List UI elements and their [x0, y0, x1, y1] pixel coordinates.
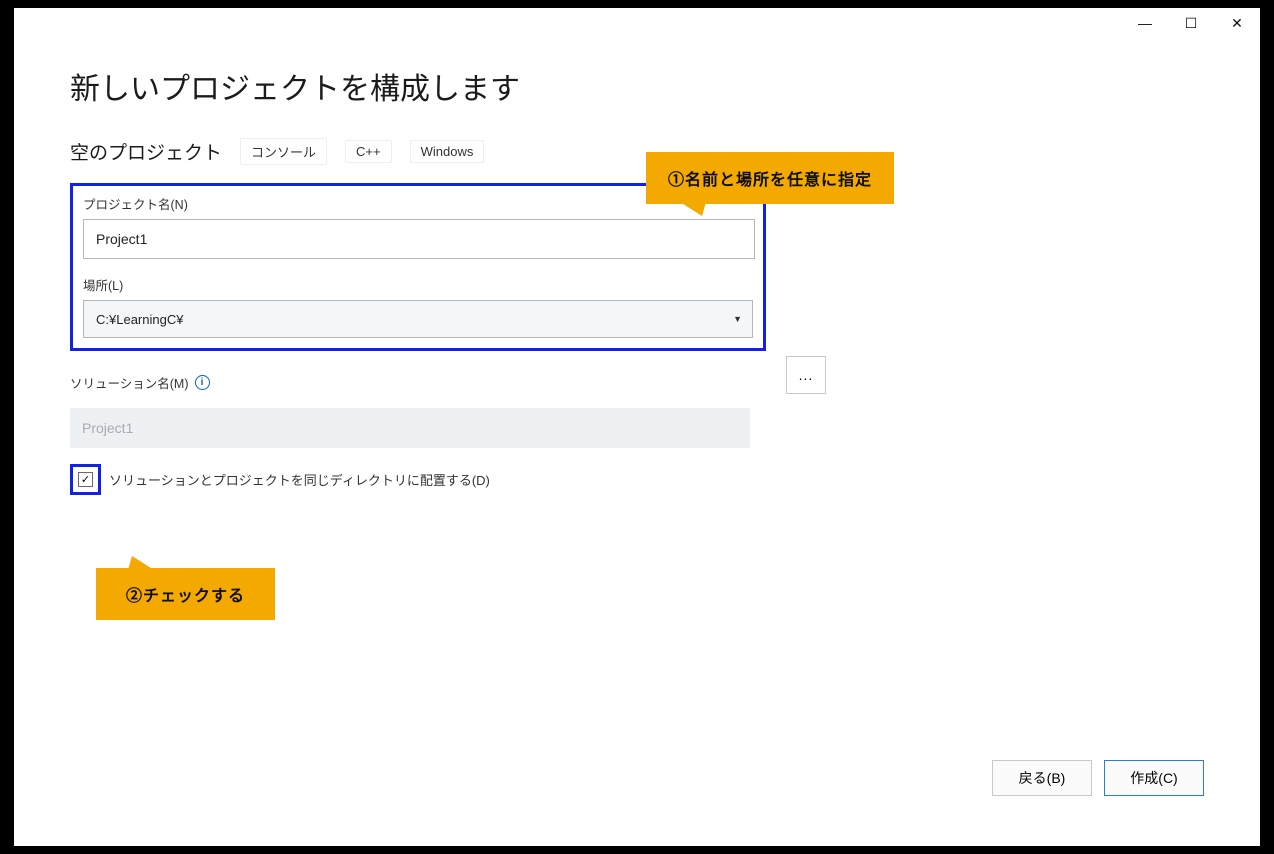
checkbox-row: ✓ ソリューションとプロジェクトを同じディレクトリに配置する(D) [70, 464, 1204, 495]
maximize-button[interactable]: ☐ [1168, 8, 1214, 38]
highlight-name-location: プロジェクト名(N) 場所(L) C:¥LearningC¥ ▼ [70, 183, 766, 351]
checkbox-highlight: ✓ [70, 464, 101, 495]
subtitle-row: 空のプロジェクト コンソール C++ Windows [70, 138, 1204, 165]
close-button[interactable]: ✕ [1214, 8, 1260, 38]
callout-2: ②チェックする [96, 568, 275, 620]
footer-buttons: 戻る(B) 作成(C) [992, 760, 1204, 796]
page-title: 新しいプロジェクトを構成します [70, 64, 1204, 108]
solution-name-input [70, 408, 750, 448]
tag-cpp: C++ [345, 140, 392, 163]
same-directory-label: ソリューションとプロジェクトを同じディレクトリに配置する(D) [109, 470, 490, 489]
template-name: 空のプロジェクト [70, 138, 222, 165]
tag-windows: Windows [410, 140, 485, 163]
tag-console: コンソール [240, 138, 327, 165]
project-name-input[interactable] [83, 219, 755, 259]
location-label: 場所(L) [83, 275, 753, 294]
info-icon[interactable]: i [195, 375, 210, 390]
location-combo[interactable]: C:¥LearningC¥ ▼ [83, 300, 753, 338]
solution-name-label: ソリューション名(M) i [70, 373, 1204, 392]
chevron-down-icon: ▼ [733, 314, 742, 324]
titlebar: — ☐ ✕ [14, 8, 1260, 38]
same-directory-checkbox[interactable]: ✓ [78, 472, 93, 487]
dialog-window: — ☐ ✕ 新しいプロジェクトを構成します 空のプロジェクト コンソール C++… [14, 8, 1260, 846]
location-row: C:¥LearningC¥ ▼ [83, 300, 753, 338]
create-button[interactable]: 作成(C) [1104, 760, 1204, 796]
solution-name-label-text: ソリューション名(M) [70, 373, 189, 392]
location-value: C:¥LearningC¥ [96, 312, 183, 327]
back-button[interactable]: 戻る(B) [992, 760, 1092, 796]
browse-button[interactable]: ... [786, 356, 826, 394]
minimize-button[interactable]: — [1122, 8, 1168, 38]
content-area: 新しいプロジェクトを構成します 空のプロジェクト コンソール C++ Windo… [14, 38, 1260, 495]
callout-1: ①名前と場所を任意に指定 [646, 152, 894, 204]
solution-section: ソリューション名(M) i [70, 373, 1204, 448]
